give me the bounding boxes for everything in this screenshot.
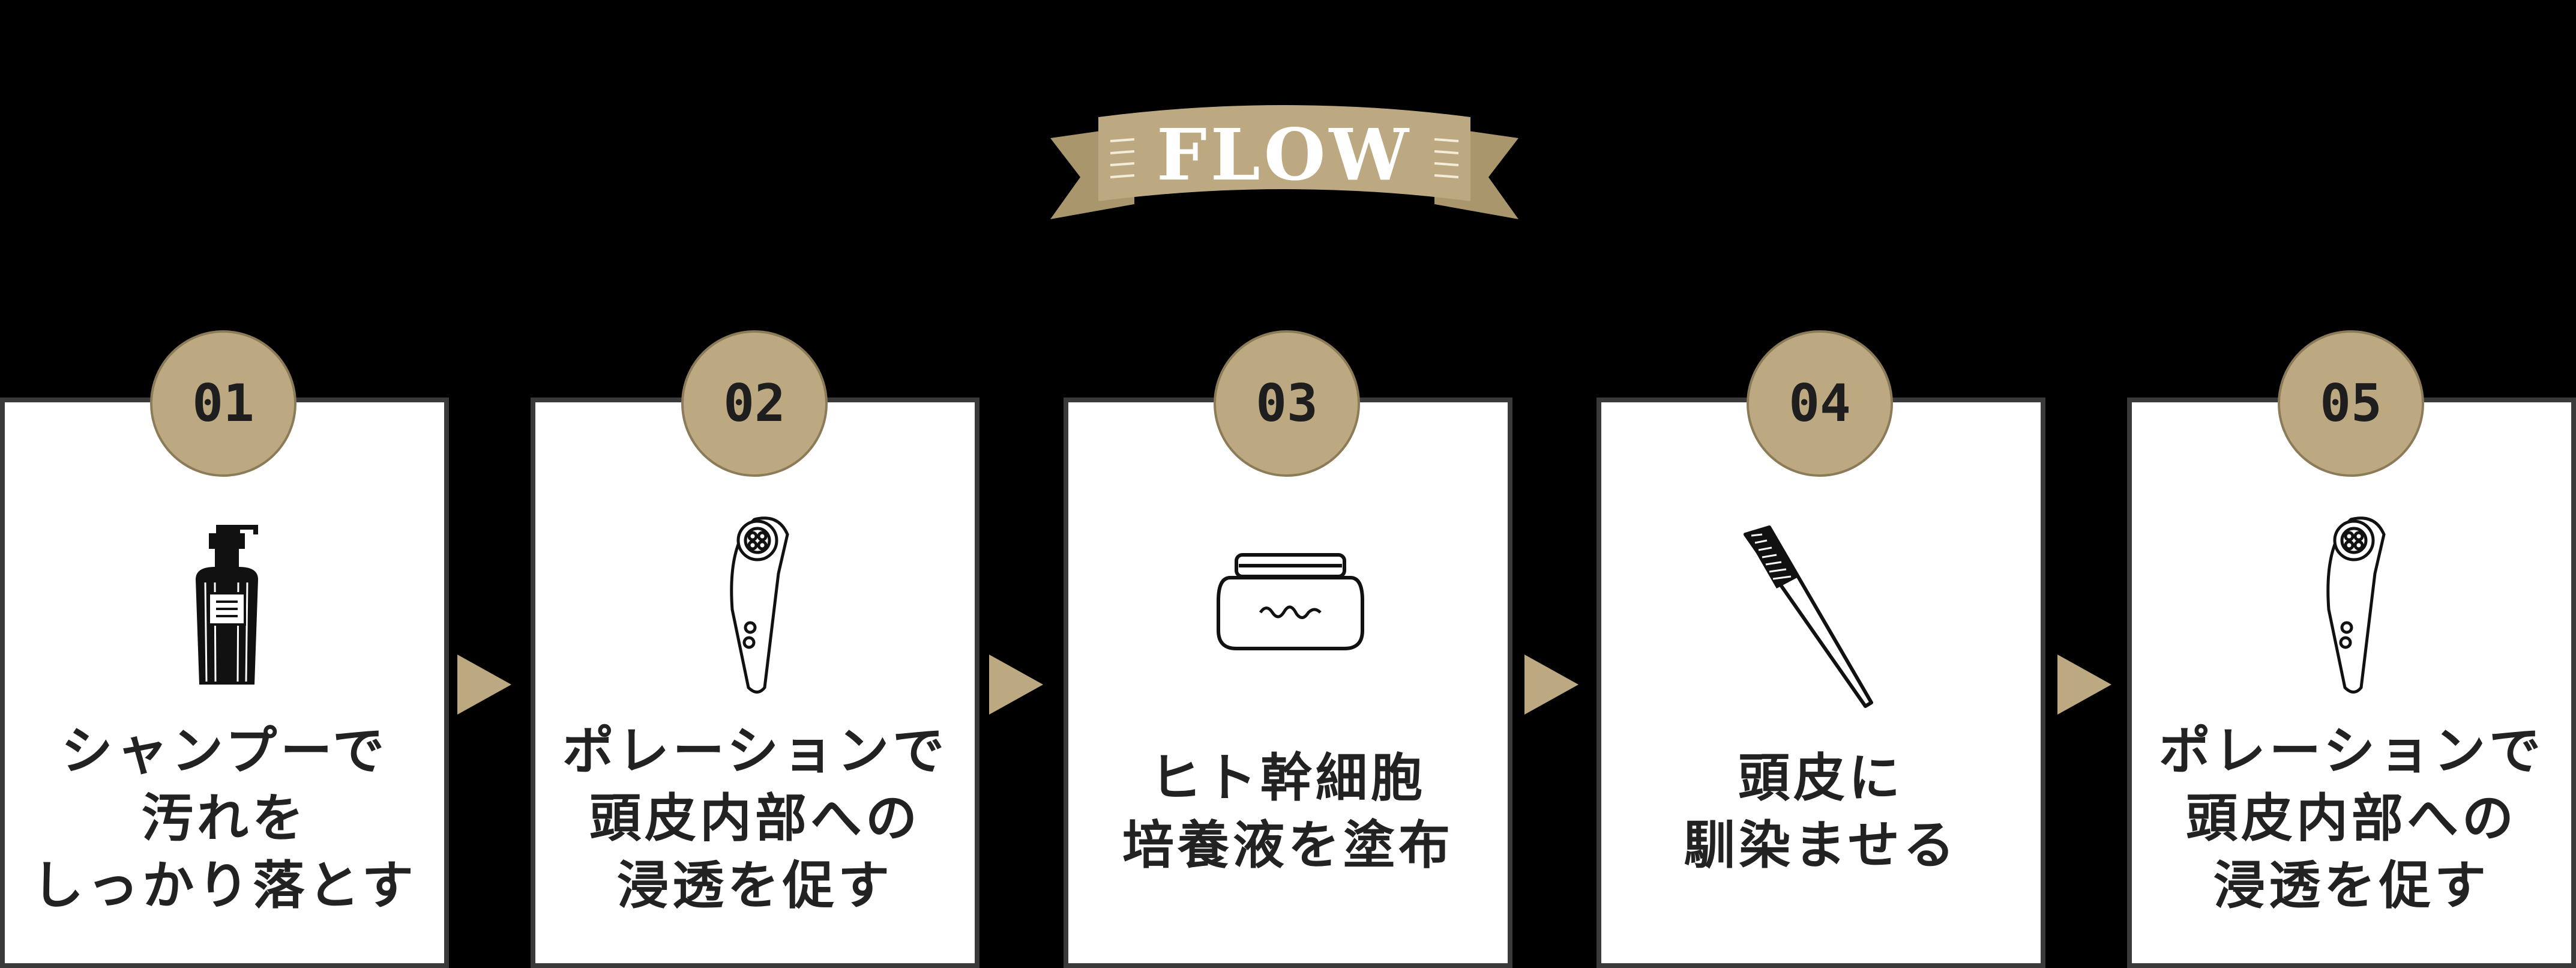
step-card-5: ポレーションで 頭皮内部への 浸透を促す (2127, 398, 2576, 968)
flow-banner: FLOW (1044, 84, 1524, 240)
step-text: ポレーションで 頭皮内部への 浸透を促す (2158, 721, 2545, 916)
arrow-right-icon (2057, 655, 2111, 715)
poration-device-icon (2318, 507, 2396, 700)
step-text: 頭皮に 馴染ませる (1684, 748, 1958, 876)
arrow-right-icon (989, 655, 1043, 715)
arrow-right-icon (1524, 655, 1578, 715)
cream-jar-icon (1212, 546, 1368, 655)
shampoo-bottle-icon (185, 522, 269, 691)
arrow-right-icon (457, 655, 511, 715)
step-card-1: シャンプーで 汚れを しっかり落とす (0, 398, 449, 968)
comb-icon (1733, 522, 1889, 709)
banner-title: FLOW (1156, 113, 1413, 196)
step-number-badge: 01 (150, 330, 296, 477)
step-card-3: ヒト幹細胞 培養液を塗布 (1064, 398, 1512, 968)
step-number-badge: 05 (2278, 330, 2424, 477)
step-number-badge: 02 (681, 330, 828, 477)
step-text: シャンプーで 汚れを しっかり落とす (32, 721, 417, 916)
step-card-2: ポレーションで 頭皮内部への 浸透を促す (531, 398, 980, 968)
step-text: ヒト幹細胞 培養液を塗布 (1122, 748, 1454, 876)
poration-device-icon (721, 507, 799, 700)
step-card-4: 頭皮に 馴染ませる (1596, 398, 2045, 968)
step-number-badge: 04 (1747, 330, 1893, 477)
step-number-badge: 03 (1214, 330, 1360, 477)
step-text: ポレーションで 頭皮内部への 浸透を促す (562, 721, 948, 916)
